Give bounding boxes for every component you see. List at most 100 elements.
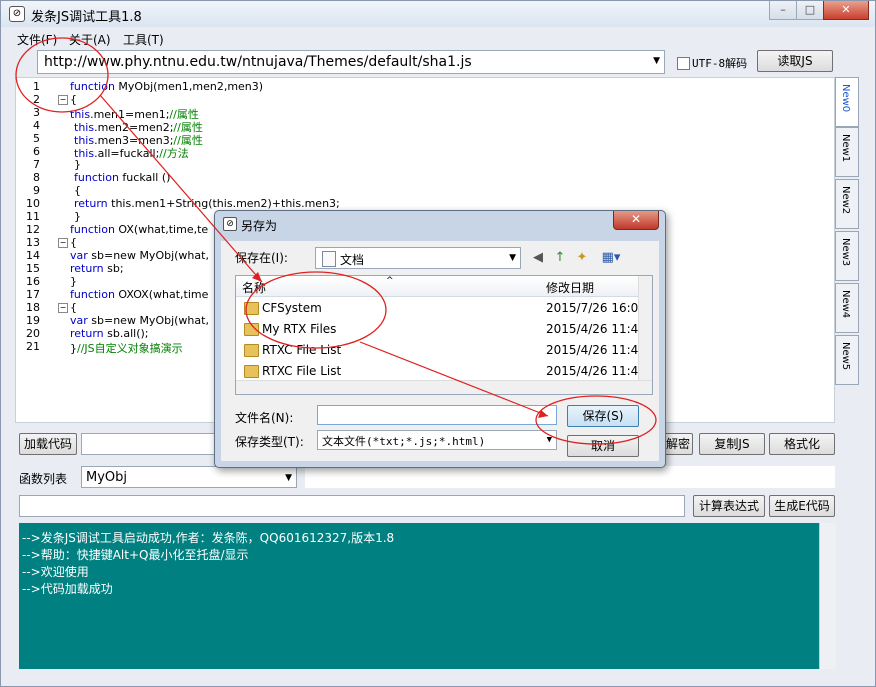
menu-about[interactable]: 关于(A): [69, 31, 111, 48]
clock-icon: ⊘: [9, 6, 25, 22]
fold-toggle[interactable]: −: [58, 303, 68, 313]
up-folder-icon[interactable]: ↑: [551, 249, 569, 267]
copy-js-button[interactable]: 复制JS: [699, 433, 765, 455]
utf8-checkbox[interactable]: [677, 57, 690, 70]
save-as-dialog: ⊘ 另存为 ✕ 保存在(I): 文档 ▼ ◀ ↑ ✦ ▦▾ 名称 ^ 修改日期 …: [214, 210, 666, 468]
close-button[interactable]: ✕: [823, 1, 869, 20]
code-line: {: [74, 184, 81, 197]
line-number: 16: [26, 275, 40, 288]
line-number: 17: [26, 288, 40, 301]
line-number: 20: [26, 327, 40, 340]
tab-new2[interactable]: New2: [835, 179, 859, 229]
utf8-label: UTF-8解码: [692, 57, 748, 70]
line-number: 12: [26, 223, 40, 236]
url-value: http://www.phy.ntnu.edu.tw/ntnujava/Them…: [44, 54, 472, 70]
chevron-down-icon[interactable]: ▼: [509, 253, 516, 263]
save-button[interactable]: 保存(S): [567, 405, 639, 427]
tab-new5[interactable]: New5: [835, 335, 859, 385]
line-number: 21: [26, 340, 40, 353]
line-number: 9: [33, 184, 40, 197]
list-item[interactable]: RTXC File List 2015/4/26 11:41: [236, 361, 646, 381]
filetype-select[interactable]: 文本文件(*txt;*.js;*.html) ▼: [317, 430, 557, 450]
function-list-label: 函数列表: [19, 472, 68, 486]
decrypt-button[interactable]: 解密: [663, 433, 693, 455]
fold-toggle[interactable]: −: [58, 95, 68, 105]
function-list-value: MyObj: [86, 470, 128, 485]
code-line: }: [74, 158, 81, 171]
line-number: 6: [33, 145, 40, 158]
code-line: }: [70, 275, 77, 288]
tab-new4[interactable]: New4: [835, 283, 859, 333]
code-text: sb=new MyObj(what,: [87, 314, 209, 327]
list-item[interactable]: My RTX Files 2015/4/26 11:42: [236, 319, 646, 339]
filetype-label: 保存类型(T):: [235, 435, 304, 449]
code-text: fuckall (): [118, 171, 171, 184]
list-item[interactable]: CFSystem 2015/7/26 16:08: [236, 298, 646, 318]
code-text: {: [70, 236, 77, 249]
line-number: 10: [26, 197, 40, 210]
tab-new0[interactable]: New0: [835, 77, 859, 127]
code-text: {: [70, 93, 77, 106]
column-date[interactable]: 修改日期: [546, 279, 594, 296]
file-date: 2015/4/26 11:41: [546, 343, 646, 357]
fold-toggle[interactable]: −: [58, 238, 68, 248]
menu-tools[interactable]: 工具(T): [123, 31, 164, 48]
generate-e-code-button[interactable]: 生成E代码: [769, 495, 835, 517]
back-icon[interactable]: ◀: [529, 249, 547, 267]
code-line: function MyObj(men1,men2,men3): [70, 80, 263, 93]
code-line: {: [70, 236, 77, 249]
tab-new3[interactable]: New3: [835, 231, 859, 281]
list-item[interactable]: RTXC File List 2015/4/26 11:41: [236, 340, 646, 360]
expression-input[interactable]: [19, 495, 685, 517]
chevron-down-icon[interactable]: ▼: [653, 56, 660, 66]
code-keyword: function: [74, 171, 119, 184]
tab-new1[interactable]: New1: [835, 127, 859, 177]
line-number: 18: [26, 301, 40, 314]
code-line: return sb;: [70, 262, 124, 275]
maximize-button[interactable]: □: [796, 1, 824, 20]
console-scrollbar[interactable]: [819, 523, 836, 669]
code-keyword: function: [70, 288, 115, 301]
chevron-down-icon[interactable]: ▼: [547, 435, 552, 445]
cancel-button[interactable]: 取消: [567, 435, 639, 457]
chevron-down-icon[interactable]: ▼: [285, 473, 292, 483]
line-number: 14: [26, 249, 40, 262]
save-in-value: 文档: [340, 253, 365, 267]
calc-expression-button[interactable]: 计算表达式: [693, 495, 765, 517]
dialog-title: 另存为: [241, 219, 278, 233]
save-in-select[interactable]: 文档 ▼: [315, 247, 521, 269]
file-list-hscroll[interactable]: [236, 380, 652, 394]
code-line: {: [70, 301, 77, 314]
view-menu-icon[interactable]: ▦▾: [597, 249, 625, 267]
file-list-vscroll[interactable]: [638, 276, 652, 380]
code-line: function OX(what,time,te: [70, 223, 208, 236]
window-title: 发条JS调试工具1.8: [31, 10, 142, 25]
read-js-button[interactable]: 读取JS: [757, 50, 833, 72]
function-list-select[interactable]: MyObj ▼: [81, 466, 297, 488]
minimize-button[interactable]: –: [769, 1, 797, 20]
code-text: }: [70, 342, 77, 355]
code-line: function fuckall (): [74, 171, 170, 184]
clock-icon: ⊘: [223, 217, 237, 231]
line-number: 15: [26, 262, 40, 275]
code-comment: //方法: [159, 147, 189, 160]
line-number: 13: [26, 236, 40, 249]
folder-icon: [244, 365, 259, 378]
code-text: this.men1+String(this.men2)+this.men3;: [107, 197, 340, 210]
code-line: this.all=fuckall;//方法: [74, 145, 189, 161]
code-line: var sb=new MyObj(what,: [70, 314, 209, 327]
filename-input[interactable]: [317, 405, 557, 425]
code-keyword: function: [70, 80, 115, 93]
menu-file[interactable]: 文件(F): [17, 31, 57, 48]
format-button[interactable]: 格式化: [769, 433, 835, 455]
line-number: 3: [33, 106, 40, 119]
file-date: 2015/4/26 11:42: [546, 322, 646, 336]
load-code-button[interactable]: 加载代码: [19, 433, 77, 455]
column-name[interactable]: 名称: [242, 279, 266, 296]
code-keyword: var: [70, 249, 88, 262]
url-combobox[interactable]: http://www.phy.ntnu.edu.tw/ntnujava/Them…: [37, 50, 665, 74]
new-folder-icon[interactable]: ✦: [573, 249, 591, 267]
dialog-close-button[interactable]: ✕: [613, 211, 659, 230]
code-line: return this.men1+String(this.men2)+this.…: [74, 197, 340, 210]
code-line: var sb=new MyObj(what,: [70, 249, 209, 262]
